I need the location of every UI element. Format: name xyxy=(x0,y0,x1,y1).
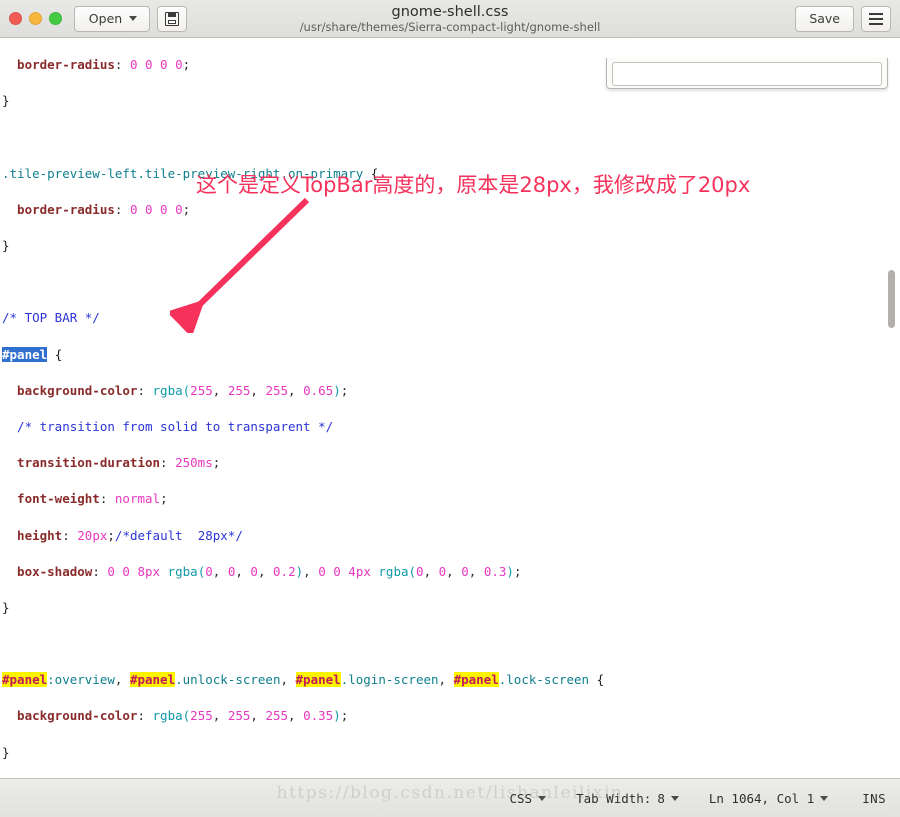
vertical-scrollbar[interactable] xyxy=(885,38,898,778)
insert-mode-indicator: INS xyxy=(862,790,886,806)
search-overlay[interactable] xyxy=(606,58,888,89)
chevron-down-icon xyxy=(820,795,829,801)
code-line: background-color: rgba(255, 255, 255, 0.… xyxy=(2,708,349,724)
code-line: /* TOP BAR */ xyxy=(2,310,100,326)
search-match-selected: #panel xyxy=(2,346,48,362)
code-line: height: 20px;/*default 28px*/ xyxy=(2,527,243,543)
code-line: font-weight: normal; xyxy=(2,491,168,507)
chevron-down-icon xyxy=(670,795,679,801)
hamburger-menu-button[interactable] xyxy=(861,5,891,32)
language-label: CSS xyxy=(509,790,533,806)
chevron-down-icon xyxy=(129,16,138,21)
search-input[interactable] xyxy=(612,62,882,86)
open-button-label: Open xyxy=(88,11,123,26)
code-line: #panel { xyxy=(2,346,63,362)
tab-width-value: 8 xyxy=(657,790,665,806)
floppy-disk-icon xyxy=(165,11,179,26)
window-titlebar: Open gnome-shell.css /usr/share/themes/S… xyxy=(0,0,900,38)
code-line: /* transition from solid to transparent … xyxy=(2,418,334,434)
code-line: } xyxy=(2,238,10,254)
save-as-button[interactable] xyxy=(157,5,187,32)
open-button[interactable]: Open xyxy=(74,5,150,32)
tab-width-label: Tab Width: xyxy=(576,790,652,806)
hamburger-icon xyxy=(869,12,883,25)
scrollbar-thumb[interactable] xyxy=(888,270,895,328)
search-match: #panel xyxy=(453,672,499,688)
document-path: /usr/share/themes/Sierra-compact-light/g… xyxy=(299,20,601,34)
language-selector[interactable]: CSS xyxy=(509,790,547,806)
code-line: box-shadow: 0 0 8px rgba(0, 0, 0, 0.2), … xyxy=(2,563,522,579)
code-line: #panel:overview, #panel.unlock-screen, #… xyxy=(2,672,605,688)
chevron-down-icon xyxy=(538,795,547,801)
cursor-position-label: Ln 1064, Col 1 xyxy=(708,790,815,806)
minimize-window-button[interactable] xyxy=(29,12,42,25)
search-match: #panel xyxy=(295,672,341,688)
save-button-label: Save xyxy=(809,11,840,26)
code-line: border-radius: 0 0 0 0; xyxy=(2,201,191,217)
search-match: #panel xyxy=(2,672,48,688)
annotation-text: 这个是定义TopBar高度的，原本是28px，我修改成了20px xyxy=(196,173,751,197)
titlebar-right-actions: Save xyxy=(795,5,891,32)
status-bar: https://blog.csdn.net/lishanleilixin CSS… xyxy=(0,778,900,817)
maximize-window-button[interactable] xyxy=(49,12,62,25)
code-line: } xyxy=(2,93,10,109)
search-match: #panel xyxy=(129,672,176,688)
save-button[interactable]: Save xyxy=(795,5,854,32)
tab-width-selector[interactable]: Tab Width: 8 xyxy=(576,791,679,806)
page-title: gnome-shell.css xyxy=(391,4,509,20)
code-line: } xyxy=(2,599,10,615)
close-window-button[interactable] xyxy=(9,12,22,25)
editor-area[interactable]: border-radius: 0 0 0 0; } .tile-preview-… xyxy=(0,38,900,778)
code-content: border-radius: 0 0 0 0; } .tile-preview-… xyxy=(0,38,732,778)
code-line: background-color: rgba(255, 255, 255, 0.… xyxy=(2,382,349,398)
code-line: transition-duration: 250ms; xyxy=(2,455,221,471)
window-controls xyxy=(9,12,62,25)
cursor-position-selector[interactable]: Ln 1064, Col 1 xyxy=(708,790,829,806)
code-line: } xyxy=(2,744,10,760)
